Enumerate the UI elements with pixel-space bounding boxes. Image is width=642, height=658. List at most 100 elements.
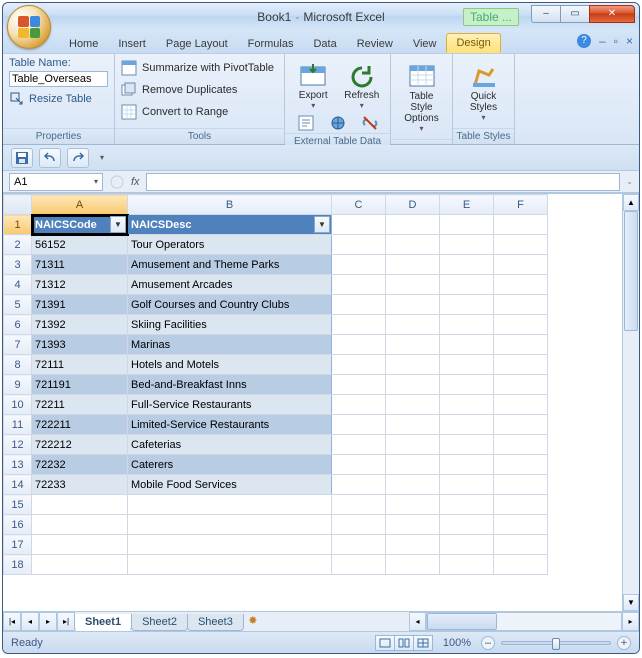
cell[interactable] (494, 335, 548, 355)
column-header[interactable]: B (128, 195, 332, 215)
help-icon[interactable]: ? (577, 34, 591, 48)
cell[interactable] (332, 495, 386, 515)
row-header[interactable]: 16 (4, 515, 32, 535)
cell[interactable] (32, 535, 128, 555)
cell[interactable] (440, 255, 494, 275)
cell[interactable] (332, 395, 386, 415)
row-header[interactable]: 14 (4, 475, 32, 495)
cell[interactable] (332, 275, 386, 295)
cell[interactable]: Golf Courses and Country Clubs (128, 295, 332, 315)
horizontal-scrollbar[interactable]: ◂ ▸ (409, 612, 639, 631)
tab-nav-first[interactable]: |◂ (3, 612, 21, 631)
cell[interactable] (494, 215, 548, 235)
window-minimize-button[interactable]: – (531, 5, 561, 23)
cell[interactable] (332, 535, 386, 555)
ribbon-tab-insert[interactable]: Insert (108, 34, 156, 53)
mdi-restore-icon[interactable]: ▫ (614, 34, 618, 48)
cell[interactable] (494, 455, 548, 475)
zoom-percent[interactable]: 100% (443, 637, 471, 649)
zoom-in-button[interactable]: + (617, 636, 631, 650)
table-style-options-button[interactable]: Table Style Options▾ (397, 58, 446, 138)
cell[interactable] (386, 255, 440, 275)
cell[interactable] (386, 295, 440, 315)
cell[interactable] (386, 415, 440, 435)
cell[interactable] (32, 495, 128, 515)
column-header[interactable]: D (386, 195, 440, 215)
row-header[interactable]: 17 (4, 535, 32, 555)
cell[interactable]: Limited-Service Restaurants (128, 415, 332, 435)
cell[interactable] (386, 515, 440, 535)
row-header[interactable]: 11 (4, 415, 32, 435)
sheet-tab[interactable]: Sheet3 (187, 614, 244, 631)
row-header[interactable]: 3 (4, 255, 32, 275)
ribbon-tab-view[interactable]: View (403, 34, 447, 53)
cell[interactable] (440, 235, 494, 255)
cell[interactable] (494, 315, 548, 335)
cell[interactable] (386, 435, 440, 455)
export-button[interactable]: Export▾ (291, 57, 336, 115)
cell[interactable] (386, 215, 440, 235)
cell[interactable] (386, 275, 440, 295)
cell[interactable] (128, 535, 332, 555)
convert-to-range-button[interactable]: Convert to Range (121, 101, 278, 123)
view-page-break-button[interactable] (413, 635, 433, 651)
cell[interactable] (440, 355, 494, 375)
save-button[interactable] (11, 148, 33, 168)
cell[interactable]: 72111 (32, 355, 128, 375)
cell[interactable]: 72232 (32, 455, 128, 475)
row-header[interactable]: 13 (4, 455, 32, 475)
cell[interactable] (332, 335, 386, 355)
summarize-pivot-button[interactable]: Summarize with PivotTable (121, 57, 278, 79)
cell[interactable] (494, 555, 548, 575)
cell[interactable] (386, 455, 440, 475)
cell[interactable] (332, 455, 386, 475)
cell[interactable] (332, 515, 386, 535)
properties-icon[interactable] (298, 115, 314, 131)
undo-button[interactable] (39, 148, 61, 168)
cell[interactable] (32, 555, 128, 575)
mdi-close-icon[interactable]: × (626, 34, 633, 48)
row-header[interactable]: 10 (4, 395, 32, 415)
view-normal-button[interactable] (375, 635, 395, 651)
scroll-right-button[interactable]: ▸ (622, 612, 639, 631)
redo-button[interactable] (67, 148, 89, 168)
cell[interactable]: 71312 (32, 275, 128, 295)
cell[interactable] (440, 375, 494, 395)
fx-icon[interactable]: fx (131, 176, 140, 188)
cell[interactable] (440, 335, 494, 355)
ribbon-tab-review[interactable]: Review (347, 34, 403, 53)
cell[interactable] (440, 295, 494, 315)
window-maximize-button[interactable]: ▭ (560, 5, 590, 23)
new-sheet-button[interactable]: ✸ (244, 612, 262, 631)
cell[interactable] (386, 475, 440, 495)
row-header[interactable]: 4 (4, 275, 32, 295)
cell[interactable] (386, 335, 440, 355)
row-header[interactable]: 2 (4, 235, 32, 255)
cell[interactable]: 72233 (32, 475, 128, 495)
cells-grid[interactable]: ABCDEF1NAICSCode▼NAICSDesc▼256152Tour Op… (3, 194, 622, 611)
cell[interactable] (440, 315, 494, 335)
row-header[interactable]: 5 (4, 295, 32, 315)
qat-customize-button[interactable]: ▾ (95, 148, 109, 168)
scroll-left-button[interactable]: ◂ (409, 612, 426, 631)
cell[interactable] (332, 215, 386, 235)
row-header[interactable]: 9 (4, 375, 32, 395)
cell[interactable] (440, 475, 494, 495)
cell[interactable]: Amusement Arcades (128, 275, 332, 295)
ribbon-tab-data[interactable]: Data (303, 34, 346, 53)
cell[interactable]: NAICSDesc▼ (128, 215, 332, 235)
vertical-scrollbar[interactable]: ▲ ▼ (622, 194, 639, 611)
cell[interactable] (332, 415, 386, 435)
cell[interactable]: NAICSCode▼ (32, 215, 128, 235)
cell[interactable]: Tour Operators (128, 235, 332, 255)
cell[interactable] (32, 515, 128, 535)
cell[interactable] (494, 255, 548, 275)
cancel-formula-icon[interactable] (109, 174, 125, 190)
column-header[interactable]: E (440, 195, 494, 215)
tab-nav-prev[interactable]: ◂ (21, 612, 39, 631)
cell[interactable] (128, 555, 332, 575)
cell[interactable]: 71311 (32, 255, 128, 275)
office-button[interactable] (7, 5, 51, 49)
cell[interactable]: 71393 (32, 335, 128, 355)
ribbon-tab-page-layout[interactable]: Page Layout (156, 34, 238, 53)
